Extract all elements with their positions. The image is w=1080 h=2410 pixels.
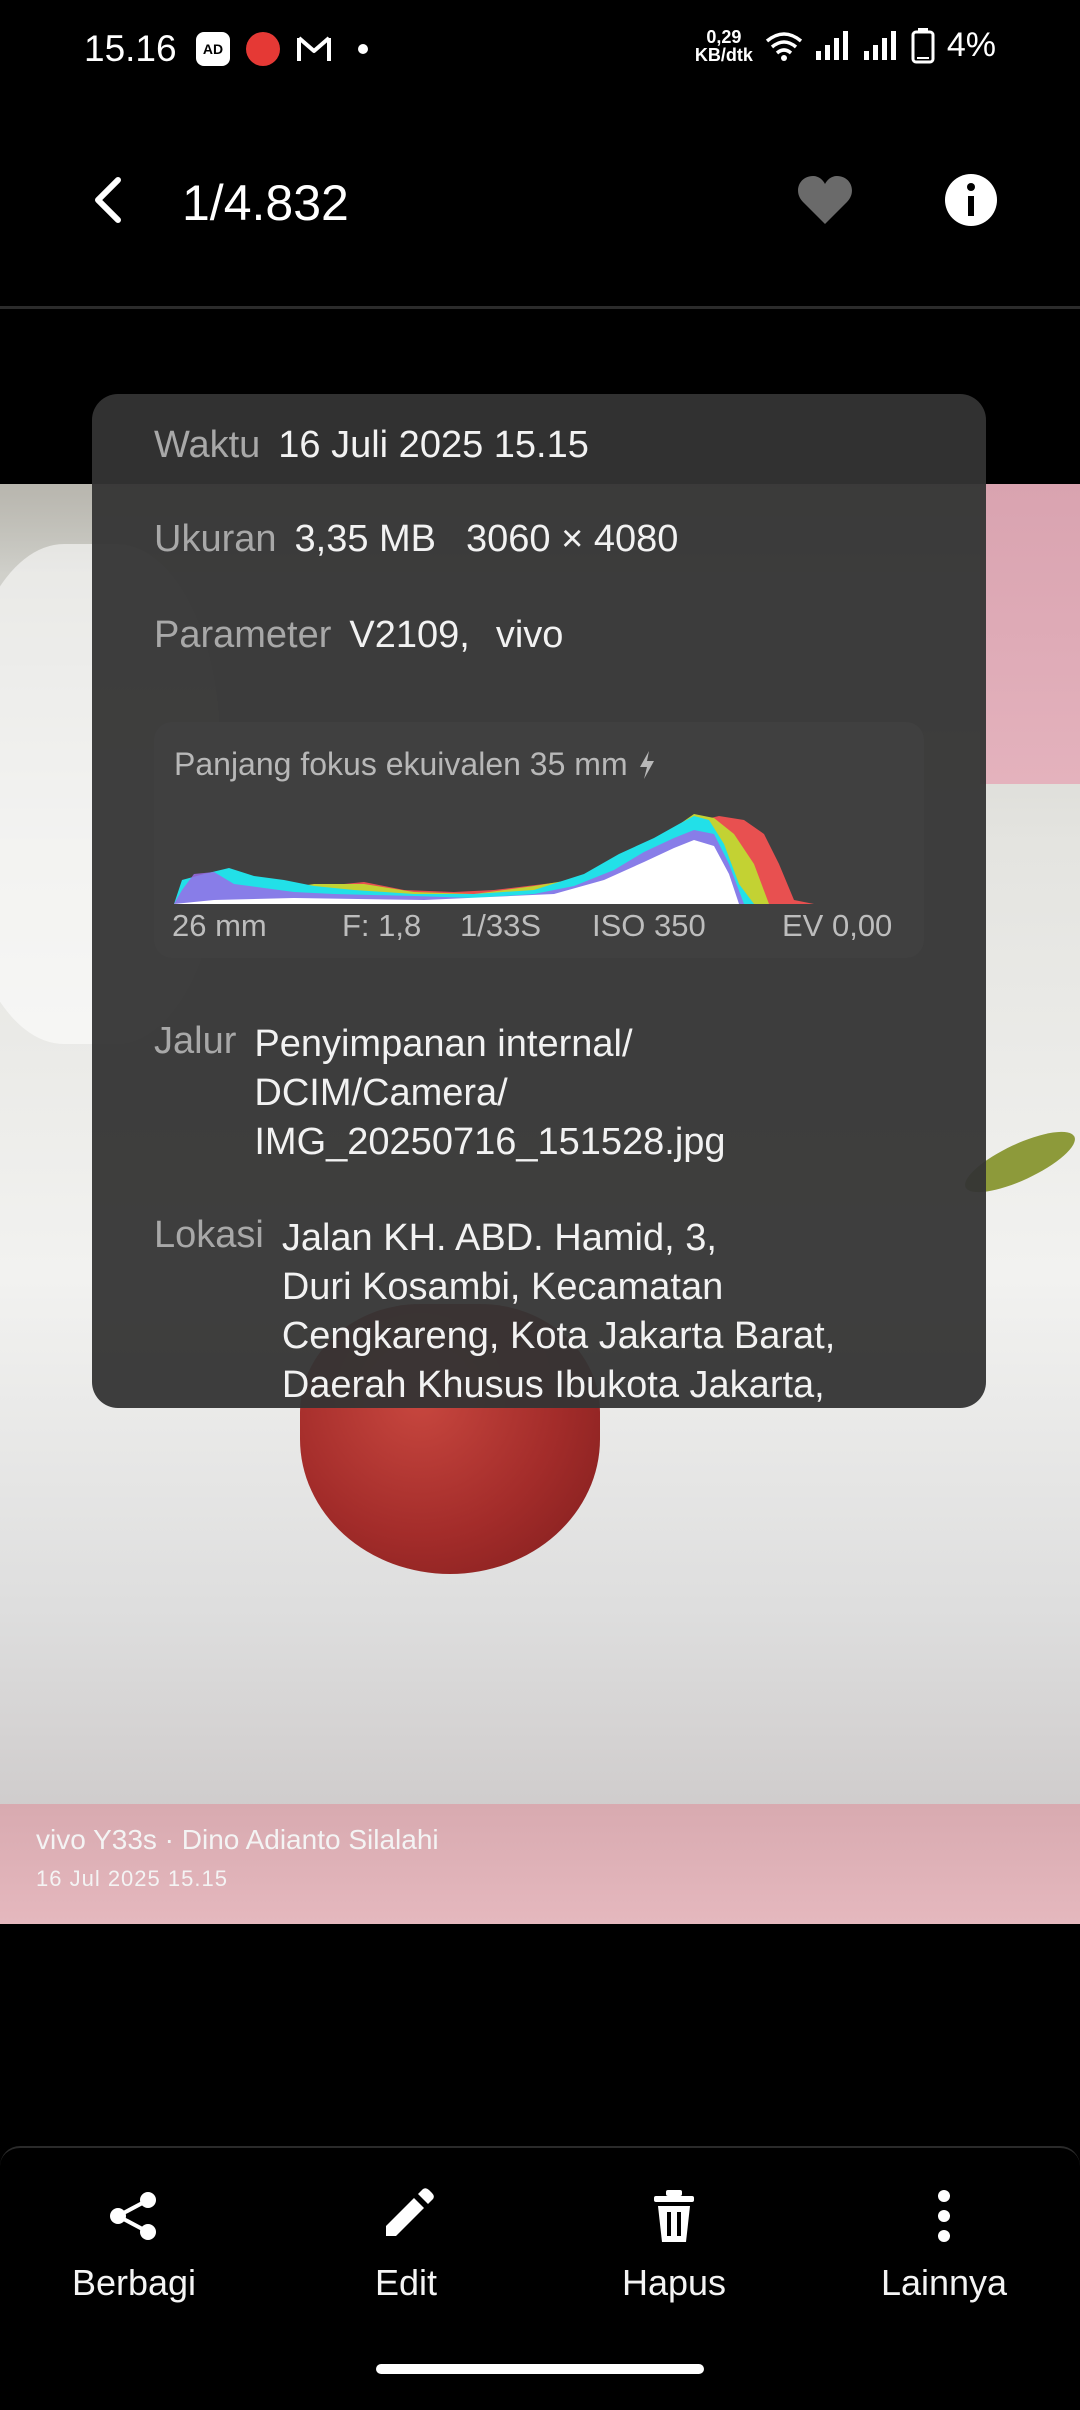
- edit-label: Edit: [374, 2262, 438, 2303]
- path-line-1: Penyimpanan internal/: [254, 1023, 633, 1065]
- status-bar: 15.16 AD 0,29 KB/dtk 4%: [0, 0, 1080, 100]
- battery-icon: [911, 27, 935, 64]
- detail-device-brand: vivo: [495, 614, 564, 656]
- edit-button[interactable]: Edit: [296, 2188, 516, 2328]
- detail-parameter-row: Parameter V2109, vivo: [154, 614, 563, 657]
- exif-histogram-card: Panjang fokus ekuivalen 35 mm 26 mm F: 1…: [154, 722, 924, 958]
- share-button[interactable]: Berbagi: [24, 2188, 244, 2328]
- pencil-icon: [386, 2188, 434, 2236]
- ad-blocker-icon: AD: [196, 32, 230, 66]
- notification-icons: AD: [196, 32, 368, 66]
- signal-icon-sim2: [863, 30, 899, 61]
- info-icon[interactable]: [943, 172, 999, 228]
- photo-pink-fabric: [980, 484, 1080, 784]
- histogram-title: Panjang fokus ekuivalen 35 mm: [174, 746, 656, 783]
- network-speed: 0,29 KB/dtk: [694, 26, 753, 65]
- detail-time-value: 16 Juli 2025 15.15: [278, 424, 589, 466]
- location-line-4: Daerah Khusus Ibukota Jakarta,: [281, 1364, 825, 1406]
- exif-iso: ISO 350: [592, 908, 706, 943]
- detail-size-row: Ukuran 3,35 MB 3060 × 4080: [154, 518, 678, 561]
- path-line-3: IMG_20250716_151528.jpg: [254, 1121, 726, 1163]
- home-indicator[interactable]: [376, 2364, 704, 2374]
- back-arrow-icon[interactable]: [84, 172, 140, 228]
- detail-time-row: Waktu 16 Juli 2025 15.15: [154, 424, 589, 467]
- top-app-bar: 1/4.832: [0, 100, 1080, 308]
- more-label: Lainnya: [880, 2262, 1008, 2303]
- exif-focal-length: 26 mm: [172, 908, 267, 943]
- detail-path-value[interactable]: Penyimpanan internal/ DCIM/Camera/ IMG_2…: [254, 1020, 725, 1167]
- more-button[interactable]: Lainnya: [834, 2188, 1054, 2328]
- photo-details-panel: Waktu 16 Juli 2025 15.15 Ukuran 3,35 MB …: [92, 394, 986, 1408]
- detail-file-size: 3,35 MB: [294, 518, 437, 560]
- more-notifications-dot: [358, 44, 368, 54]
- detail-location-value[interactable]: Jalan KH. ABD. Hamid, 3, Duri Kosambi, K…: [282, 1214, 835, 1408]
- signal-icon-sim1: [815, 30, 851, 61]
- detail-dimensions: 3060 × 4080: [466, 518, 679, 560]
- exif-ev: EV 0,00: [782, 908, 893, 943]
- detail-location-label: Lokasi: [154, 1214, 264, 1256]
- header-divider: [0, 306, 1080, 309]
- detail-device-model: V2109,: [349, 614, 470, 656]
- trash-icon: [654, 2190, 694, 2242]
- favorite-heart-icon[interactable]: [795, 172, 855, 228]
- exif-aperture: F: 1,8: [342, 908, 422, 943]
- watermark-date: 16 Jul 2025 15.15: [36, 1866, 228, 1891]
- detail-parameter-label: Parameter: [154, 614, 332, 656]
- delete-label: Hapus: [621, 2262, 727, 2303]
- exif-shutter: 1/33S: [460, 908, 542, 943]
- more-vertical-icon: [938, 2190, 950, 2242]
- share-label: Berbagi: [71, 2262, 197, 2303]
- color-histogram: [174, 814, 814, 904]
- gmail-icon: [297, 36, 331, 61]
- focal-equivalent-label: Panjang fokus ekuivalen 35 mm: [174, 746, 628, 782]
- location-line-1: Jalan KH. ABD. Hamid, 3,: [281, 1217, 717, 1259]
- status-time: 15.16: [84, 28, 177, 69]
- location-line-3: Cengkareng, Kota Jakarta Barat,: [281, 1315, 836, 1357]
- app-notification-icon: [246, 32, 280, 66]
- photo-counter: 1/4.832: [182, 175, 349, 231]
- detail-path-row: Jalur Penyimpanan internal/ DCIM/Camera/…: [154, 1020, 726, 1167]
- location-line-2: Duri Kosambi, Kecamatan: [281, 1266, 724, 1308]
- detail-size-label: Ukuran: [154, 518, 277, 560]
- status-right: 0,29 KB/dtk 4%: [695, 26, 996, 65]
- flash-icon: [639, 750, 654, 779]
- delete-button[interactable]: Hapus: [564, 2188, 784, 2328]
- camera-watermark: vivo Y33s · Dino Adianto Silalahi 16 Jul…: [36, 1824, 439, 1892]
- detail-path-label: Jalur: [154, 1020, 237, 1062]
- detail-location-row: Lokasi Jalan KH. ABD. Hamid, 3, Duri Kos…: [154, 1214, 835, 1408]
- path-line-2: DCIM/Camera/: [254, 1072, 508, 1114]
- battery-percent: 4%: [946, 26, 996, 64]
- watermark-device-owner: vivo Y33s · Dino Adianto Silalahi: [36, 1824, 439, 1855]
- share-icon: [110, 2192, 156, 2240]
- detail-time-label: Waktu: [154, 424, 261, 466]
- wifi-icon: [765, 31, 803, 61]
